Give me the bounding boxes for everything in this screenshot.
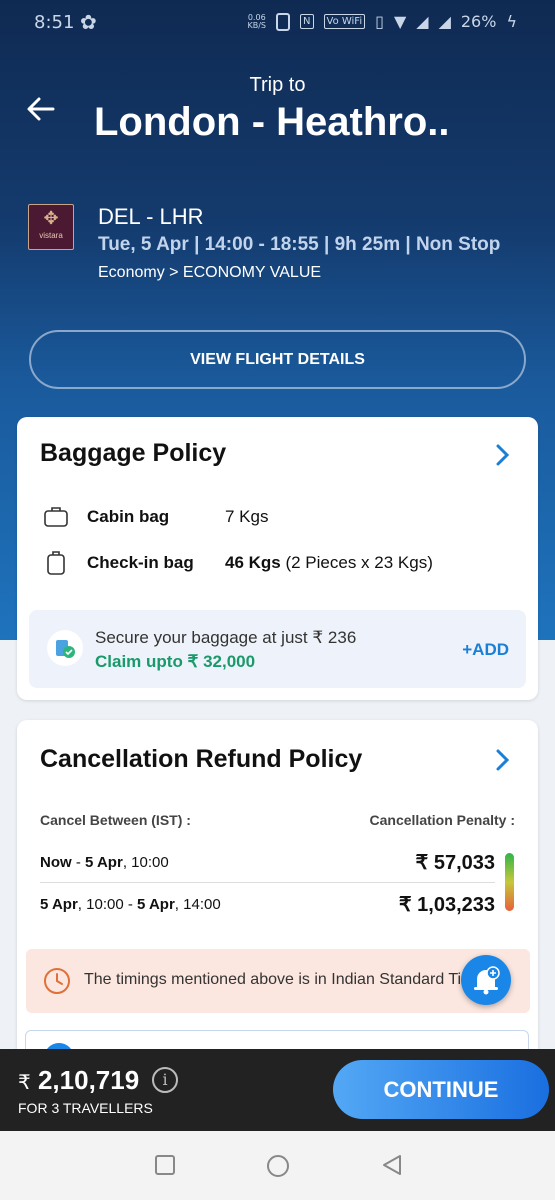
cabin-class: Economy > ECONOMY VALUE <box>98 264 322 281</box>
cancellation-window: 5 Apr, 10:00 - 5 Apr, 14:00 <box>40 896 221 913</box>
cancellation-penalty-header: Cancellation Penalty : <box>369 812 515 828</box>
secure-baggage-text: Secure your baggage at just ₹ 236 <box>95 628 357 647</box>
baggage-protection-banner: Secure your baggage at just ₹ 236 Claim … <box>29 610 526 688</box>
wifi-calling-icon: Vo WiFi <box>323 14 366 29</box>
penalty-amount: ₹ 57,033 <box>415 852 495 874</box>
clock-icon <box>44 968 70 994</box>
page-title: London - Heathro.. <box>94 100 450 144</box>
cabin-bag-row: Cabin bag 7 Kgs <box>43 504 268 530</box>
baggage-shield-icon <box>47 630 83 666</box>
chevron-right-icon[interactable] <box>494 748 510 772</box>
traveller-count: FOR 3 TRAVELLERS <box>18 1100 153 1116</box>
vibrate-icon: ▯ <box>375 12 384 31</box>
recents-icon[interactable] <box>155 1155 175 1175</box>
charging-icon: ϟ <box>506 12 517 31</box>
trip-to-label: Trip to <box>249 74 306 96</box>
bag-value: 46 Kgs (2 Pieces x 23 Kgs) <box>225 553 433 572</box>
flight-meta: Tue, 5 Apr | 14:00 - 18:55 | 9h 25m | No… <box>98 234 501 255</box>
claim-amount-text: Claim upto ₹ 32,000 <box>95 652 256 671</box>
airline-logo-mark-icon: ✥ <box>43 208 59 228</box>
add-baggage-protection-button[interactable]: +ADD <box>462 640 509 660</box>
back-arrow-icon[interactable] <box>26 94 56 124</box>
cabin-bag-icon <box>44 507 68 527</box>
app-notification-icon: ✿ <box>80 10 97 34</box>
wifi-icon: ▼ <box>393 12 407 31</box>
penalty-severity-bar <box>505 853 514 911</box>
cancel-between-header: Cancel Between (IST) : <box>40 812 191 828</box>
bag-value: 7 Kgs <box>225 507 269 526</box>
no-signal-icon: ◢ <box>438 12 451 31</box>
status-icons: 0.06 KB/S N Vo WiFi ▯ ▼ ◢ ◢ 26% ϟ <box>248 12 518 31</box>
penalty-amount: ₹ 1,03,233 <box>398 894 495 916</box>
timezone-note-text: The timings mentioned above is in Indian… <box>84 971 484 988</box>
battery-level: 26% <box>460 12 497 31</box>
cancellation-policy-card: Cancellation Refund Policy Cancel Betwee… <box>17 720 538 1060</box>
phone-icon <box>276 12 291 31</box>
airline-logo: ✥ vistara <box>28 204 74 250</box>
continue-button[interactable]: CONTINUE <box>333 1060 549 1119</box>
flight-route: DEL - LHR <box>98 204 204 229</box>
network-speed: 0.06 KB/S <box>247 12 267 30</box>
bag-name: Cabin bag <box>87 507 170 526</box>
cancellation-policy-title: Cancellation Refund Policy <box>40 745 363 773</box>
signal-icon: ◢ <box>416 12 429 31</box>
checkin-bag-icon <box>47 551 65 575</box>
baggage-policy-card: Baggage Policy Cabin bag 7 Kgs Check-in … <box>17 417 538 700</box>
add-alert-fab[interactable] <box>461 955 511 1005</box>
bag-name: Check-in bag <box>87 553 194 572</box>
info-icon[interactable]: i <box>152 1067 178 1093</box>
nfc-icon: N <box>300 14 314 29</box>
checkout-bar: ₹ 2,10,719 i FOR 3 TRAVELLERS CONTINUE <box>0 1049 555 1131</box>
back-icon[interactable] <box>380 1153 404 1177</box>
status-bar: 8:51 ✿ 0.06 KB/S N Vo WiFi ▯ ▼ ◢ ◢ 26% ϟ <box>0 0 555 46</box>
cancellation-window: Now - 5 Apr, 10:00 <box>40 854 169 871</box>
bell-plus-icon <box>474 966 500 995</box>
row-divider <box>40 882 495 883</box>
chevron-right-icon[interactable] <box>494 443 510 467</box>
home-icon[interactable] <box>267 1155 289 1177</box>
baggage-policy-title: Baggage Policy <box>40 439 227 467</box>
timezone-note-banner: The timings mentioned above is in Indian… <box>26 949 530 1013</box>
view-flight-details-button[interactable]: VIEW FLIGHT DETAILS <box>29 330 526 389</box>
system-nav-bar <box>0 1131 555 1200</box>
total-price: ₹ 2,10,719 <box>18 1065 140 1095</box>
checkin-bag-row: Check-in bag 46 Kgs (2 Pieces x 23 Kgs) <box>43 550 433 576</box>
status-time: 8:51 <box>34 12 75 33</box>
